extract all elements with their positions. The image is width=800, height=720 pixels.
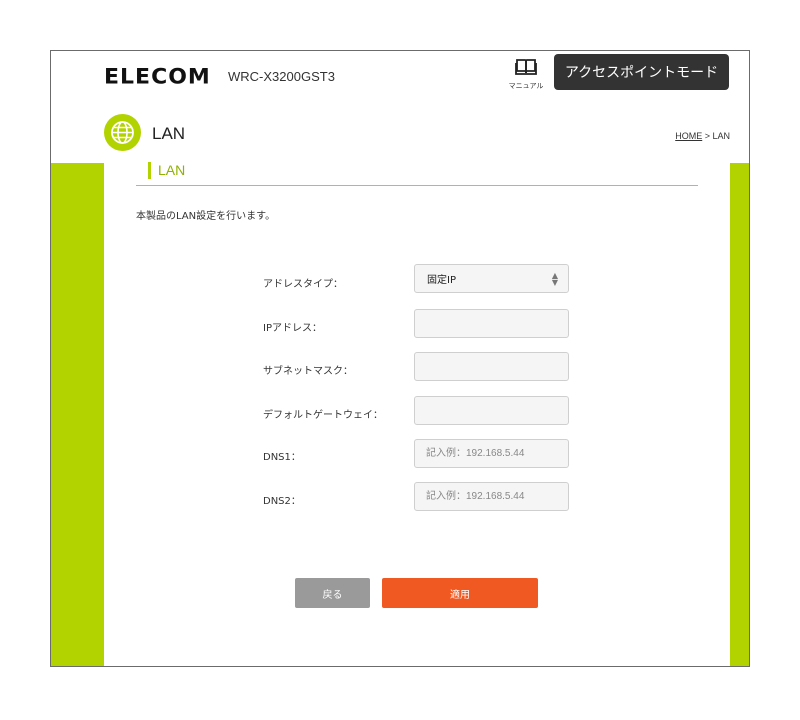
ip-address-input[interactable]	[415, 310, 568, 337]
manual-link[interactable]: マニュアル	[506, 57, 546, 91]
apply-button[interactable]: 適用	[382, 578, 538, 608]
breadcrumb: HOME > LAN	[675, 131, 730, 141]
model-name: WRC-X3200GST3	[228, 69, 335, 84]
back-button[interactable]: 戻る	[295, 578, 370, 608]
dns2-field	[414, 482, 569, 511]
breadcrumb-home-link[interactable]: HOME	[675, 131, 702, 141]
page-title: LAN	[152, 124, 186, 143]
default-gateway-label: デフォルトゲートウェイ：	[263, 410, 383, 421]
address-type-label: アドレスタイプ：	[263, 279, 343, 290]
default-gateway-input[interactable]	[415, 397, 568, 424]
ip-address-label: IPアドレス：	[263, 323, 322, 334]
section-accent-bar	[148, 162, 151, 179]
right-green-band	[730, 163, 749, 666]
elecom-logo: ELECOM	[104, 65, 211, 90]
section-header: LAN	[136, 162, 698, 186]
dns2-label: DNS2：	[263, 496, 301, 507]
dns1-field	[414, 439, 569, 468]
subnet-mask-field	[414, 352, 569, 381]
app-frame: ELECOM WRC-X3200GST3 マニュアル アクセスポイントモード L…	[50, 50, 750, 667]
section-title: LAN	[158, 162, 186, 178]
left-green-band	[51, 163, 104, 666]
mode-badge: アクセスポイントモード	[554, 54, 729, 90]
book-icon	[515, 59, 537, 80]
dns1-input[interactable]	[415, 440, 568, 467]
breadcrumb-current: LAN	[712, 131, 730, 141]
address-type-select[interactable]: 固定IP ▲ ▼	[414, 264, 569, 293]
subnet-mask-input[interactable]	[415, 353, 568, 380]
dns2-input[interactable]	[415, 483, 568, 510]
address-type-value: 固定IP	[427, 275, 456, 286]
select-arrows-icon: ▲ ▼	[551, 270, 558, 287]
dns1-label: DNS1：	[263, 452, 301, 463]
ip-address-field	[414, 309, 569, 338]
section-description: 本製品のLAN設定を行います。	[136, 211, 276, 222]
subnet-mask-label: サブネットマスク：	[263, 366, 353, 377]
globe-icon	[104, 114, 141, 151]
default-gateway-field	[414, 396, 569, 425]
breadcrumb-separator: >	[702, 131, 713, 141]
manual-label: マニュアル	[508, 82, 544, 90]
